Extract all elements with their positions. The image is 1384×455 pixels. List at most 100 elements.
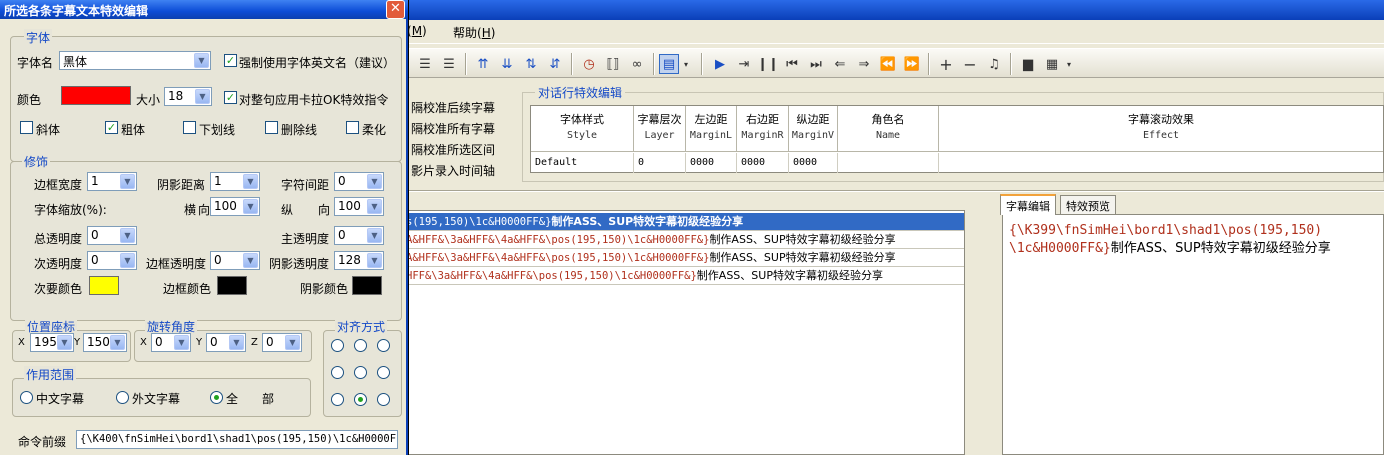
shadow-distance-select[interactable]: 1 ▼ (210, 172, 260, 191)
column-header[interactable]: 字幕滚动效果 Effect (939, 106, 1383, 152)
main-alpha-select[interactable]: 0 ▼ (334, 226, 384, 245)
screen-icon[interactable]: ▆ (1018, 54, 1038, 74)
prev-frame-icon[interactable]: ⏮ (782, 54, 802, 74)
rewind-icon[interactable]: ⏪ (878, 54, 898, 74)
column-header[interactable]: 角色名 Name (838, 106, 939, 152)
menu-help[interactable]: 帮助(H) (453, 24, 495, 41)
subtitle-edit-box[interactable]: {\K399\fnSimHei\bord1\shad1\pos(195,150)… (1002, 214, 1384, 455)
fast-forward-icon[interactable]: ⏩ (902, 54, 922, 74)
align-top-right-radio[interactable] (377, 339, 390, 352)
scope-all-radio[interactable] (210, 391, 223, 404)
border-alpha-select[interactable]: 0 ▼ (210, 251, 260, 270)
sort-down-icon[interactable]: ⇵ (545, 54, 565, 74)
font-name-select[interactable]: 黑体 ▼ (59, 51, 211, 70)
shadow-alpha-select[interactable]: 128 ▼ (334, 251, 384, 270)
align-top-center-radio[interactable] (354, 339, 367, 352)
shadow-color-swatch[interactable] (352, 276, 382, 295)
step-forward-icon[interactable]: ⇒ (854, 54, 874, 74)
column-header[interactable]: 右边距 MarginR (737, 106, 789, 152)
effect-editor-icon[interactable]: ▤ (659, 54, 679, 74)
list-item[interactable]: A&HFF&\3a&HFF&\4a&HFF&\pos(195,150)\1c&H… (406, 231, 964, 249)
table-cell[interactable]: 0000 (789, 153, 838, 173)
timing-item-2[interactable]: 隔校准所选区间 (411, 141, 495, 158)
align-bottom-right-radio[interactable] (377, 393, 390, 406)
table-cell[interactable]: 0 (634, 153, 686, 173)
next-frame-icon[interactable]: ⏭ (806, 54, 826, 74)
rot-x-select[interactable]: 0 ▼ (151, 333, 191, 352)
font-color-swatch[interactable] (61, 86, 131, 105)
list-item[interactable]: HFF&\3a&HFF&\4a&HFF&\pos(195,150)\1c&H00… (406, 267, 964, 285)
menu-m[interactable]: (M) (407, 24, 427, 38)
table-cell[interactable]: 0000 (737, 153, 789, 173)
pos-x-select[interactable]: 195 ▼ (30, 333, 74, 352)
table-cell[interactable]: Default (531, 153, 634, 173)
rot-z-select[interactable]: 0 ▼ (262, 333, 302, 352)
align-middle-left-radio[interactable] (331, 366, 344, 379)
dropdown-arrow-icon[interactable]: ▾ (681, 54, 691, 74)
align-middle-center-radio[interactable] (354, 366, 367, 379)
scale-x-select[interactable]: 100 ▼ (210, 197, 260, 216)
play-selection-icon[interactable]: ⇥ (734, 54, 754, 74)
bold-checkbox[interactable]: ✓ (105, 121, 118, 134)
step-back-icon[interactable]: ⇐ (830, 54, 850, 74)
splitter[interactable] (405, 190, 1384, 192)
total-alpha-select[interactable]: 0 ▼ (87, 226, 137, 245)
font-size-select[interactable]: 18 ▼ (164, 87, 212, 106)
border-color-swatch[interactable] (217, 276, 247, 295)
column-header[interactable]: 纵边距 MarginV (789, 106, 838, 152)
align-right-icon[interactable]: ☰ (439, 54, 459, 74)
play-icon[interactable]: ▶ (710, 54, 730, 74)
plus-icon[interactable]: + (936, 54, 956, 74)
close-button[interactable]: ✕ (386, 0, 405, 19)
dialog-title-bar[interactable]: 所选各条字幕文本特效编辑 ✕ (0, 0, 408, 19)
secondary-alpha-select[interactable]: 0 ▼ (87, 251, 137, 270)
shift-down-icon[interactable]: ⇊ (497, 54, 517, 74)
blur-checkbox[interactable] (346, 121, 359, 134)
minus-icon[interactable]: − (960, 54, 980, 74)
list-item[interactable]: A&HFF&\3a&HFF&\4a&HFF&\pos(195,150)\1c&H… (406, 249, 964, 267)
timing-item-1[interactable]: 隔校准所有字幕 (411, 120, 495, 137)
table-cell[interactable] (939, 153, 1383, 173)
secondary-color-swatch[interactable] (89, 276, 119, 295)
tab-subtitle-edit[interactable]: 字幕编辑 (1000, 194, 1056, 215)
force-english-checkbox[interactable]: ✓ (224, 54, 237, 67)
karaoke-checkbox[interactable]: ✓ (224, 91, 237, 104)
italic-checkbox[interactable] (20, 121, 33, 134)
align-bottom-center-radio[interactable] (354, 393, 367, 406)
pos-y-select[interactable]: 150 ▼ (83, 333, 127, 352)
align-middle-right-radio[interactable] (377, 366, 390, 379)
timing-item-3[interactable]: 影片录入时间轴 (411, 162, 495, 179)
align-top-left-radio[interactable] (331, 339, 344, 352)
dropdown-arrow-icon[interactable]: ▾ (1064, 54, 1074, 74)
music-icon[interactable]: ♫ (984, 54, 1004, 74)
column-header[interactable]: 左边距 MarginL (686, 106, 737, 152)
clock-icon[interactable]: ◷ (579, 54, 599, 74)
column-header[interactable]: 字体样式 Style (531, 106, 634, 152)
align-bottom-left-radio[interactable] (331, 393, 344, 406)
prefix-input[interactable]: {\K400\fnSimHei\bord1\shad1\pos(195,150)… (76, 430, 398, 449)
column-header[interactable]: 字幕层次 Layer (634, 106, 686, 152)
list-item[interactable]: s(195,150)\1c&H0000FF&}制作ASS、SUP特效字幕初级经验… (406, 213, 964, 231)
bracket-icon[interactable]: ⟦⟧ (603, 54, 623, 74)
char-spacing-select[interactable]: 0 ▼ (334, 172, 384, 191)
shift-up-icon[interactable]: ⇈ (473, 54, 493, 74)
scope-chinese-radio[interactable] (20, 391, 33, 404)
rot-y-select[interactable]: 0 ▼ (206, 333, 246, 352)
pause-icon[interactable]: ❙❙ (757, 54, 779, 74)
chevron-down-icon: ▼ (120, 174, 135, 189)
tab-effect-preview[interactable]: 特效预览 (1060, 195, 1116, 214)
scale-y-select[interactable]: 100 ▼ (334, 197, 384, 216)
underline-checkbox[interactable] (183, 121, 196, 134)
timing-item-0[interactable]: 隔校准后续字幕 (411, 99, 495, 116)
strikeout-checkbox[interactable] (265, 121, 278, 134)
table-cell[interactable]: 0000 (686, 153, 737, 173)
sort-up-icon[interactable]: ⇅ (521, 54, 541, 74)
scope-all-label-2: 部 (262, 392, 275, 406)
border-width-select[interactable]: 1 ▼ (87, 172, 137, 191)
align-left-icon[interactable]: ☰ (415, 54, 435, 74)
scope-foreign-radio[interactable] (116, 391, 129, 404)
table-cell[interactable] (838, 153, 939, 173)
film-icon[interactable]: ▦ (1042, 54, 1062, 74)
rot-x-label: X (140, 337, 147, 348)
link-icon[interactable]: ∞ (627, 54, 647, 74)
